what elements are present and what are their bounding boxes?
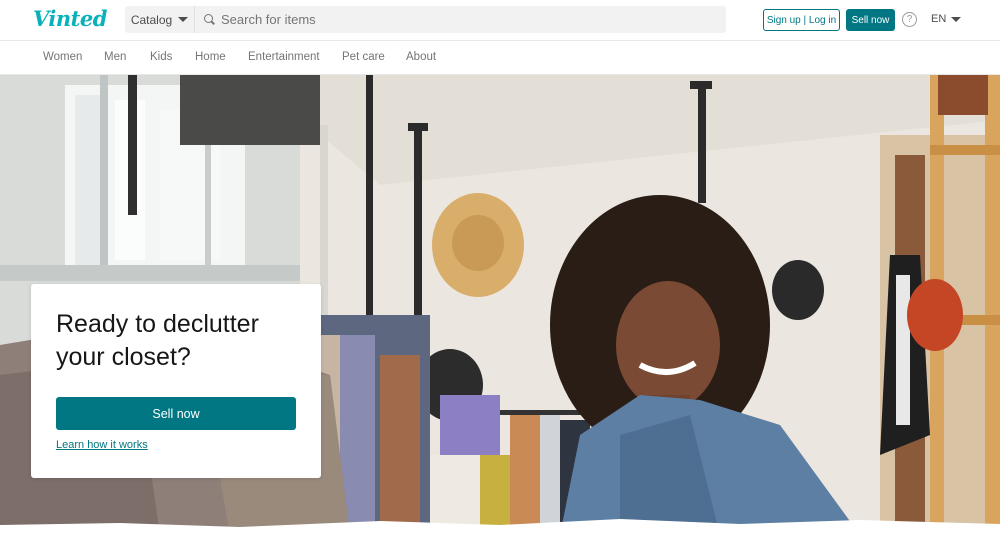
nav-item-about[interactable]: About <box>406 51 436 63</box>
nav-item-home[interactable]: Home <box>195 51 226 63</box>
help-icon[interactable]: ? <box>902 12 917 27</box>
hero-title: Ready to declutter your closet? <box>56 310 259 371</box>
vinted-logo[interactable]: Vinted <box>33 6 107 31</box>
chevron-down-icon <box>178 17 189 22</box>
signup-login-button[interactable]: Sign up | Log in <box>763 9 840 31</box>
sell-now-button[interactable]: Sell now <box>846 9 895 31</box>
catalog-label: Catalog <box>130 12 173 27</box>
search-field <box>195 12 726 27</box>
search-input[interactable] <box>221 12 701 27</box>
nav-item-women[interactable]: Women <box>43 51 82 63</box>
nav-item-men[interactable]: Men <box>104 51 126 63</box>
hero-sell-now-button[interactable]: Sell now <box>56 397 296 430</box>
language-label: EN <box>931 13 947 25</box>
chevron-down-icon <box>951 16 962 22</box>
category-nav: Women Men Kids Home Entertainment Pet ca… <box>0 40 1000 75</box>
language-selector[interactable]: EN <box>931 13 962 25</box>
learn-how-link[interactable]: Learn how it works <box>56 439 148 451</box>
nav-item-entertainment[interactable]: Entertainment <box>248 51 320 63</box>
nav-item-pet-care[interactable]: Pet care <box>342 51 385 63</box>
search-icon <box>204 14 215 25</box>
nav-item-kids[interactable]: Kids <box>150 51 172 63</box>
hero-card: Ready to declutter your closet? Sell now… <box>31 284 321 478</box>
header: Vinted Catalog Sign up | Log in Sell now… <box>0 0 1000 40</box>
hero-banner: Ready to declutter your closet? Sell now… <box>0 75 1000 535</box>
search-bar: Catalog <box>125 6 726 33</box>
catalog-dropdown[interactable]: Catalog <box>125 6 195 33</box>
